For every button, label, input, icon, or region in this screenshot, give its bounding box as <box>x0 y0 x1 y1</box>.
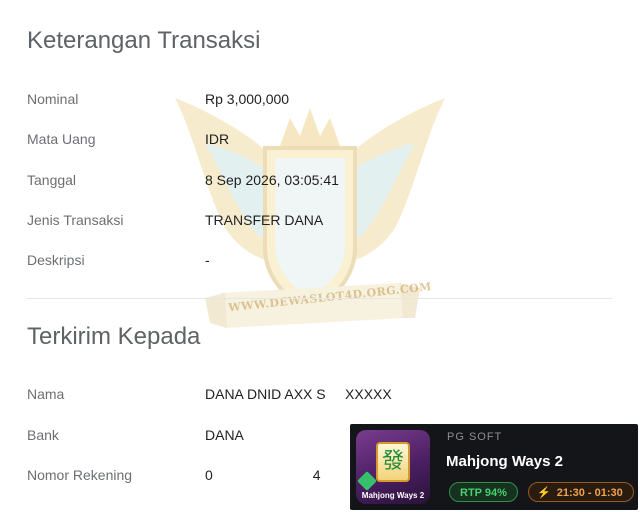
time-range: 21:30 - 01:30 <box>556 487 623 499</box>
detail-row-nominal: Nominal Rp 3,000,000 <box>27 91 587 113</box>
detail-value: 8 Sep 2026, 03:05:41 <box>205 172 339 188</box>
transaction-details-title: Keterangan Transaksi <box>27 27 261 54</box>
detail-label: Tanggal <box>27 172 77 188</box>
game-title[interactable]: Mahjong Ways 2 <box>446 453 563 470</box>
account-number-start: 0 <box>205 467 213 483</box>
game-promo-card[interactable]: 發 Mahjong Ways 2 PG SOFT Mahjong Ways 2 … <box>350 424 638 510</box>
time-badge: ⚡ 21:30 - 01:30 <box>528 482 634 502</box>
detail-row-description: Deskripsi - <box>27 252 587 274</box>
mahjong-tile-icon: 發 <box>376 442 410 482</box>
recipient-label: Nomor Rekening <box>27 467 133 483</box>
recipient-row-name: Nama DANA DNID AXX S XXXXX <box>27 386 587 408</box>
recipient-label: Bank <box>27 427 59 443</box>
recipient-value: DANA DNID AXX S XXXXX <box>205 386 392 402</box>
game-provider: PG SOFT <box>447 431 503 443</box>
detail-row-type: Jenis Transaksi TRANSFER DANA <box>27 212 587 234</box>
detail-label: Mata Uang <box>27 131 96 147</box>
detail-value: - <box>205 252 210 268</box>
account-number-redaction <box>212 469 313 484</box>
recipient-value: DANA <box>205 427 244 443</box>
gem-icon <box>357 471 377 491</box>
rtp-badge: RTP 94% <box>449 482 518 502</box>
recipient-title: Terkirim Kepada <box>27 323 201 350</box>
detail-value: TRANSFER DANA <box>205 212 324 228</box>
detail-row-date: Tanggal 8 Sep 2026, 03:05:41 <box>27 172 587 194</box>
section-divider <box>27 298 612 299</box>
game-thumbnail[interactable]: 發 Mahjong Ways 2 <box>356 430 430 504</box>
detail-label: Jenis Transaksi <box>27 212 124 228</box>
detail-row-currency: Mata Uang IDR <box>27 131 587 153</box>
thumbnail-caption: Mahjong Ways 2 <box>361 491 425 500</box>
recipient-label: Nama <box>27 386 65 402</box>
detail-label: Nominal <box>27 91 79 107</box>
account-number: 04 <box>205 467 321 484</box>
detail-value: IDR <box>205 131 230 147</box>
account-number-end: 4 <box>312 467 321 483</box>
detail-value: Rp 3,000,000 <box>205 91 290 107</box>
detail-label: Deskripsi <box>27 252 85 268</box>
bolt-icon: ⚡ <box>537 487 551 499</box>
